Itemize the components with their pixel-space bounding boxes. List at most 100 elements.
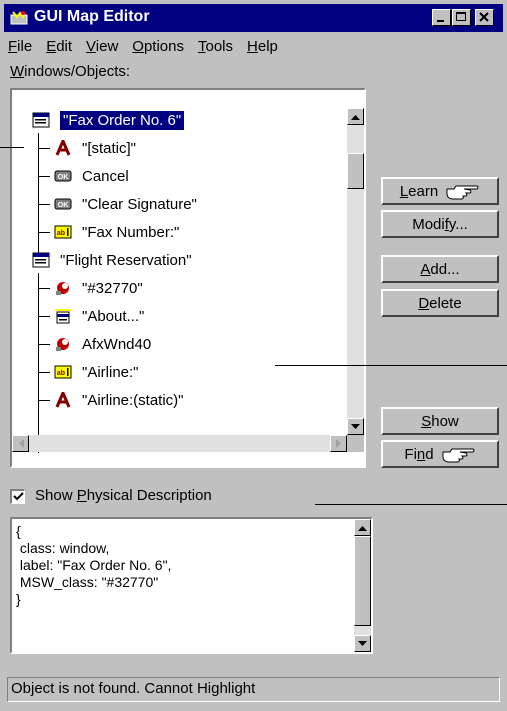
scroll-down-button[interactable] bbox=[354, 635, 371, 652]
arrow-up-icon bbox=[351, 114, 360, 120]
callout-line bbox=[315, 504, 507, 505]
tree-item-label: "Clear Signature" bbox=[82, 195, 197, 213]
tree-horizontal-scrollbar[interactable] bbox=[12, 435, 347, 452]
tree-item-label: "[static]" bbox=[82, 139, 136, 157]
menu-tools[interactable]: Tools bbox=[198, 38, 233, 60]
tree-item-label: AfxWnd40 bbox=[82, 335, 152, 353]
delete-button[interactable]: Delete bbox=[381, 289, 499, 317]
close-button[interactable] bbox=[475, 9, 494, 26]
modify-button[interactable]: Modify... bbox=[381, 210, 499, 238]
menu-bar: File Edit View Options Tools Help bbox=[8, 38, 292, 60]
tree-item-airline-static[interactable]: "Airline:(static)" bbox=[54, 386, 184, 414]
learn-button[interactable]: Learn bbox=[381, 177, 499, 205]
menu-options[interactable]: Options bbox=[132, 38, 184, 60]
find-label: Find bbox=[404, 445, 434, 463]
svg-text:OK: OK bbox=[58, 202, 69, 209]
show-label: Show bbox=[421, 412, 459, 430]
add-button[interactable]: Add... bbox=[381, 255, 499, 283]
tree-item-fax-order[interactable]: "Fax Order No. 6" bbox=[32, 106, 186, 134]
scroll-thumb[interactable] bbox=[354, 536, 371, 626]
show-physical-description-checkbox[interactable] bbox=[10, 489, 25, 504]
tree-branch-line bbox=[38, 232, 50, 233]
callout-line bbox=[275, 365, 507, 366]
scroll-up-button[interactable] bbox=[347, 108, 364, 125]
gui-map-editor-window: GUI Map Editor File Edit View Options To… bbox=[0, 0, 507, 711]
menu-file[interactable]: File bbox=[8, 38, 32, 60]
tree-item-label: "Flight Reservation" bbox=[60, 251, 192, 269]
scroll-right-button[interactable] bbox=[330, 435, 347, 452]
tree-item-label: "About..." bbox=[82, 307, 145, 325]
static-text-icon bbox=[55, 392, 71, 408]
tree-item-static[interactable]: "[static]" bbox=[54, 134, 136, 162]
tree-item-label: "Airline:(static)" bbox=[82, 391, 184, 409]
show-physical-description-label[interactable]: Show Physical Description bbox=[35, 487, 212, 504]
menu-item-icon bbox=[55, 309, 71, 324]
tree-branch-line bbox=[38, 176, 50, 177]
push-button-icon: OK bbox=[54, 170, 72, 182]
callout-line bbox=[0, 147, 24, 148]
svg-text:OK: OK bbox=[58, 174, 69, 181]
tree-branch-line bbox=[38, 273, 39, 453]
object-icon bbox=[56, 282, 69, 295]
physical-description-text: { class: window, label: "Fax Order No. 6… bbox=[16, 523, 172, 607]
learn-label: Learn bbox=[399, 182, 439, 200]
tree-vertical-scrollbar[interactable] bbox=[347, 108, 364, 435]
tree-item-fax-number[interactable]: ab "Fax Number:" bbox=[54, 218, 179, 246]
find-button[interactable]: Find bbox=[381, 440, 499, 468]
title-bar[interactable]: GUI Map Editor bbox=[4, 4, 503, 32]
window-title: GUI Map Editor bbox=[34, 8, 150, 25]
scroll-down-button[interactable] bbox=[347, 418, 364, 435]
add-label: Add... bbox=[420, 260, 460, 278]
tree-branch-line bbox=[38, 288, 50, 289]
tree-branch-line bbox=[38, 133, 39, 258]
menu-edit[interactable]: Edit bbox=[46, 38, 72, 60]
checkmark-icon bbox=[12, 492, 24, 501]
description-vertical-scrollbar[interactable] bbox=[354, 519, 371, 652]
tree-item-label: "Airline:" bbox=[82, 363, 139, 381]
menu-view[interactable]: View bbox=[86, 38, 118, 60]
tree-item-label: "#32770" bbox=[82, 279, 143, 297]
tree-branch-line bbox=[38, 344, 50, 345]
tree-branch-line bbox=[38, 372, 50, 373]
tree-item-clear-signature[interactable]: OK "Clear Signature" bbox=[54, 190, 197, 218]
windows-objects-tree[interactable]: "Fax Order No. 6" "[static]" OK Cancel O… bbox=[10, 88, 366, 468]
windows-objects-label: Windows/Objects: bbox=[10, 63, 131, 80]
modify-label: Modify... bbox=[412, 215, 468, 233]
tree-item-about[interactable]: "About..." bbox=[54, 302, 144, 330]
tree-item-airline[interactable]: ab "Airline:" bbox=[54, 358, 139, 386]
arrow-right-icon bbox=[335, 439, 341, 448]
object-icon bbox=[56, 338, 69, 351]
tree-item-label: Cancel bbox=[82, 167, 129, 185]
tree-item-afxwnd40[interactable]: AfxWnd40 bbox=[54, 330, 151, 358]
edit-field-icon: ab bbox=[54, 225, 72, 239]
push-button-icon: OK bbox=[54, 198, 72, 210]
svg-text:ab: ab bbox=[57, 370, 65, 377]
minimize-icon bbox=[437, 20, 444, 22]
static-text-icon bbox=[55, 140, 71, 156]
scroll-left-button[interactable] bbox=[12, 435, 29, 452]
arrow-up-icon bbox=[358, 525, 367, 531]
physical-description-box[interactable]: { class: window, label: "Fax Order No. 6… bbox=[10, 517, 373, 654]
show-button[interactable]: Show bbox=[381, 407, 499, 435]
tree-item-32770[interactable]: "#32770" bbox=[54, 274, 143, 302]
delete-label: Delete bbox=[418, 294, 462, 312]
tree-item-flight-reservation[interactable]: "Flight Reservation" bbox=[32, 246, 192, 274]
scroll-thumb[interactable] bbox=[347, 153, 364, 189]
window-icon bbox=[32, 252, 50, 268]
maximize-button[interactable] bbox=[452, 9, 471, 26]
gui-map-app-icon bbox=[10, 11, 28, 25]
pointing-hand-icon bbox=[442, 448, 475, 463]
maximize-icon bbox=[456, 12, 466, 21]
scrollbar-corner bbox=[347, 435, 364, 452]
tree-item-label: "Fax Number:" bbox=[82, 223, 180, 241]
pointing-hand-icon bbox=[446, 185, 479, 200]
menu-help[interactable]: Help bbox=[247, 38, 278, 60]
arrow-down-icon bbox=[351, 423, 360, 429]
tree-branch-line bbox=[38, 148, 50, 149]
status-bar: Object is not found. Cannot Highlight bbox=[7, 677, 500, 702]
tree-item-label: "Fax Order No. 6" bbox=[58, 109, 186, 131]
scroll-up-button[interactable] bbox=[354, 519, 371, 536]
minimize-button[interactable] bbox=[432, 9, 451, 26]
close-icon bbox=[479, 12, 489, 22]
tree-item-cancel[interactable]: OK Cancel bbox=[54, 162, 129, 190]
